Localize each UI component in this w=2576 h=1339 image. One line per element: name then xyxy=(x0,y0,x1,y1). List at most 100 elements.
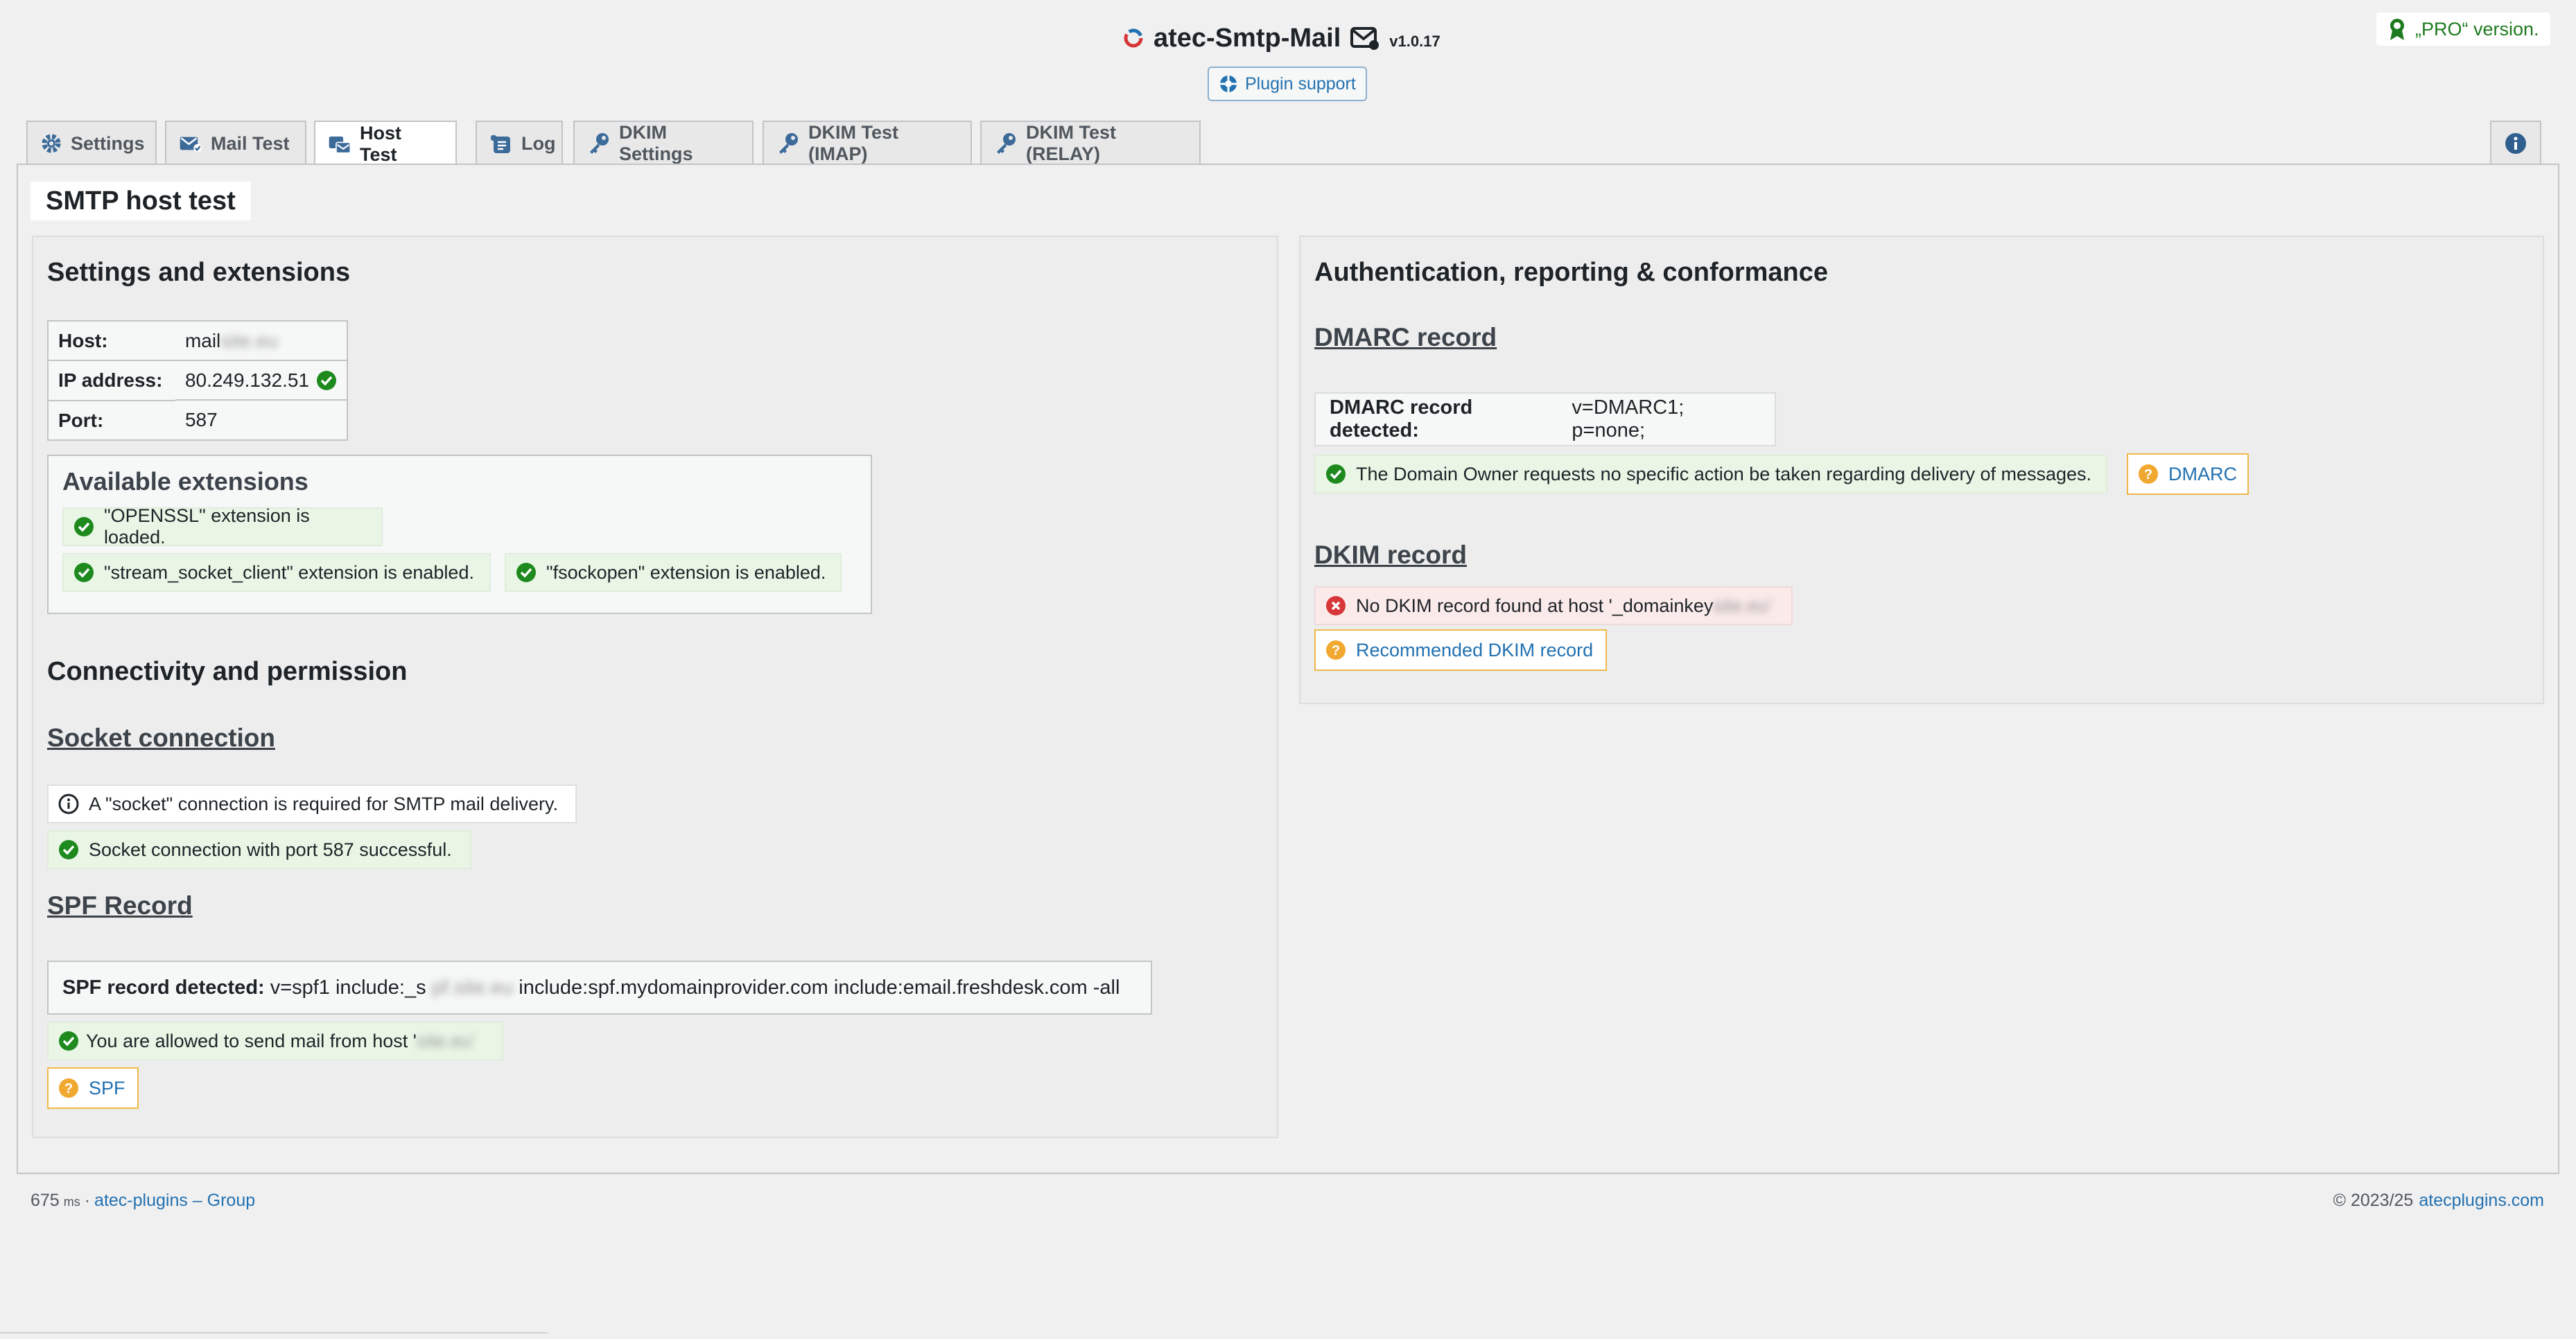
lifebuoy-icon xyxy=(1220,76,1237,92)
spf-record-value: v=spf1 include:_s xyxy=(270,976,426,999)
info-button[interactable] xyxy=(2490,121,2541,165)
spf-allowed-notice: You are allowed to send mail from host '… xyxy=(47,1022,503,1060)
port-value: 587 xyxy=(175,401,347,441)
dmarc-record-value: v=DMARC1; p=none; xyxy=(1572,396,1685,441)
tab-label: Mail Test xyxy=(211,132,290,154)
footer-left: 675 ms · atec-plugins – Group xyxy=(31,1191,255,1211)
extension-stream-socket: "stream_socket_client" extension is enab… xyxy=(62,553,491,592)
ip-value: 80.249.132.51 xyxy=(175,361,347,401)
extension-openssl: "OPENSSL" extension is loaded. xyxy=(62,505,383,548)
socket-success-text: Socket connection with port 587 successf… xyxy=(89,839,452,860)
version-label: v1.0.17 xyxy=(1389,33,1441,50)
host-test-icon xyxy=(328,132,351,156)
table-row: Port: 587 xyxy=(48,401,347,441)
info-circle-icon xyxy=(58,794,79,814)
tab-label: DKIM Test (IMAP) xyxy=(808,122,899,164)
atecplugins-link[interactable]: atecplugins.com xyxy=(2419,1191,2544,1211)
atec-plugins-group-link[interactable]: atec-plugins – Group xyxy=(94,1191,255,1211)
settings-heading: Settings and extensions xyxy=(47,258,351,287)
key-icon xyxy=(994,132,1018,155)
tab-label: DKIM Settings xyxy=(619,122,693,164)
table-row: IP address: 80.249.132.51 xyxy=(48,360,347,401)
check-circle-icon xyxy=(59,840,78,859)
spf-record-box: SPF record detected: v=spf1 include:_s pf… xyxy=(47,961,1152,1015)
recommended-dkim-label: Recommended DKIM record xyxy=(1356,639,1594,660)
help-icon: ? xyxy=(1326,640,1346,660)
spf-help-label: SPF xyxy=(89,1077,125,1099)
socket-success-notice: Socket connection with port 587 successf… xyxy=(47,830,471,869)
page-title: SMTP host test xyxy=(31,182,251,220)
check-circle-icon xyxy=(59,1031,78,1051)
tab-host-test[interactable]: Host Test xyxy=(314,121,457,166)
check-circle-icon xyxy=(317,370,336,390)
spf-record-includes: include:spf.mydomainprovider.com include… xyxy=(519,976,1120,999)
tab-dkim-settings[interactable]: DKIM Settings xyxy=(573,121,754,165)
horizontal-scrollbar[interactable] xyxy=(0,1332,548,1333)
extension-text: "OPENSSL" extension is loaded. xyxy=(104,505,310,548)
svg-text:?: ? xyxy=(2144,467,2152,482)
authentication-heading: Authentication, reporting & conformance xyxy=(1314,258,1829,287)
extensions-title: Available extensions xyxy=(62,467,308,496)
spf-help-button[interactable]: ? SPF xyxy=(47,1067,139,1109)
socket-info-notice: A "socket" connection is required for SM… xyxy=(47,785,577,823)
key-icon xyxy=(776,132,800,155)
app-name: atec-Smtp-Mail xyxy=(1154,23,1341,53)
tab-label: Settings xyxy=(71,132,145,154)
host-key: Host: xyxy=(48,321,175,361)
tab-mail-test[interactable]: Mail Test xyxy=(165,121,306,165)
award-icon xyxy=(2390,19,2404,40)
dmarc-help-label: DMARC xyxy=(2168,463,2237,484)
table-row: Host: mailsite.eu xyxy=(48,321,347,361)
footer-separator: · xyxy=(84,1191,91,1210)
recommended-dkim-button[interactable]: ? Recommended DKIM record xyxy=(1314,629,1607,671)
host-info-table: Host: mailsite.eu IP address: 80.249.132… xyxy=(47,320,348,441)
spf-record-title: SPF Record xyxy=(47,891,193,920)
mail-check-icon xyxy=(179,132,202,155)
spf-allowed-text: You are allowed to send mail from host ' xyxy=(86,1030,417,1051)
ip-key: IP address: xyxy=(48,360,175,401)
socket-connection-title: Socket connection xyxy=(47,724,275,752)
dmarc-policy-text: The Domain Owner requests no specific ac… xyxy=(1356,463,2092,484)
plugin-support-label: Plugin support xyxy=(1245,73,1356,94)
plugin-support-button[interactable]: Plugin support xyxy=(1208,67,1367,101)
port-key: Port: xyxy=(48,401,175,441)
connectivity-heading: Connectivity and permission xyxy=(47,657,408,686)
dmarc-detected-label: DMARC record detected: xyxy=(1330,396,1473,441)
tab-dkim-test-relay[interactable]: DKIM Test (RELAY) xyxy=(980,121,1201,165)
tab-dkim-test-imap[interactable]: DKIM Test (IMAP) xyxy=(763,121,972,165)
atec-logo-icon xyxy=(1124,28,1143,48)
check-circle-icon xyxy=(74,517,94,536)
log-icon xyxy=(489,132,513,155)
key-icon xyxy=(587,132,611,155)
svg-text:?: ? xyxy=(64,1081,73,1096)
dmarc-help-button[interactable]: ? DMARC xyxy=(2127,453,2249,495)
app-title: atec-Smtp-Mail v1.0.17 xyxy=(1123,19,1441,57)
pro-version-badge[interactable]: „PRO“ version. xyxy=(2376,12,2550,46)
extension-text: "fsockopen" extension is enabled. xyxy=(546,561,826,583)
spf-allowed-redacted: site.eu' xyxy=(416,1030,476,1051)
render-time-unit: ms xyxy=(63,1195,80,1209)
svg-text:?: ? xyxy=(1332,643,1340,658)
extension-fsockopen: "fsockopen" extension is enabled. xyxy=(505,553,842,592)
footer-right: © 2023/25 atecplugins.com xyxy=(2333,1191,2544,1211)
tab-log[interactable]: Log xyxy=(476,121,563,165)
socket-info-text: A "socket" connection is required for SM… xyxy=(89,793,558,814)
pro-version-label: „PRO“ version. xyxy=(2415,18,2539,40)
tab-settings[interactable]: Settings xyxy=(26,121,157,165)
dkim-error-text: No DKIM record found at host '_domainkey xyxy=(1356,595,1714,616)
extension-text: "stream_socket_client" extension is enab… xyxy=(104,561,474,583)
spf-record-redacted: pf.site.eu xyxy=(431,976,514,999)
spf-detected-label: SPF record detected: xyxy=(62,976,265,999)
host-value: mailsite.eu xyxy=(175,321,347,361)
tab-label: DKIM Test (RELAY) xyxy=(1026,122,1117,164)
render-time-value: 675 xyxy=(31,1191,60,1210)
dkim-error-notice: No DKIM record found at host '_domainkey… xyxy=(1314,586,1793,625)
help-icon: ? xyxy=(59,1078,78,1098)
mail-icon xyxy=(1350,27,1380,50)
dkim-error-redacted: site.eu' xyxy=(1713,595,1773,616)
dmarc-record-title: DMARC record xyxy=(1314,323,1497,351)
tab-label: Log xyxy=(521,132,556,154)
dkim-record-title: DKIM record xyxy=(1314,541,1467,569)
error-circle-icon xyxy=(1326,596,1346,615)
check-circle-icon xyxy=(516,563,536,582)
